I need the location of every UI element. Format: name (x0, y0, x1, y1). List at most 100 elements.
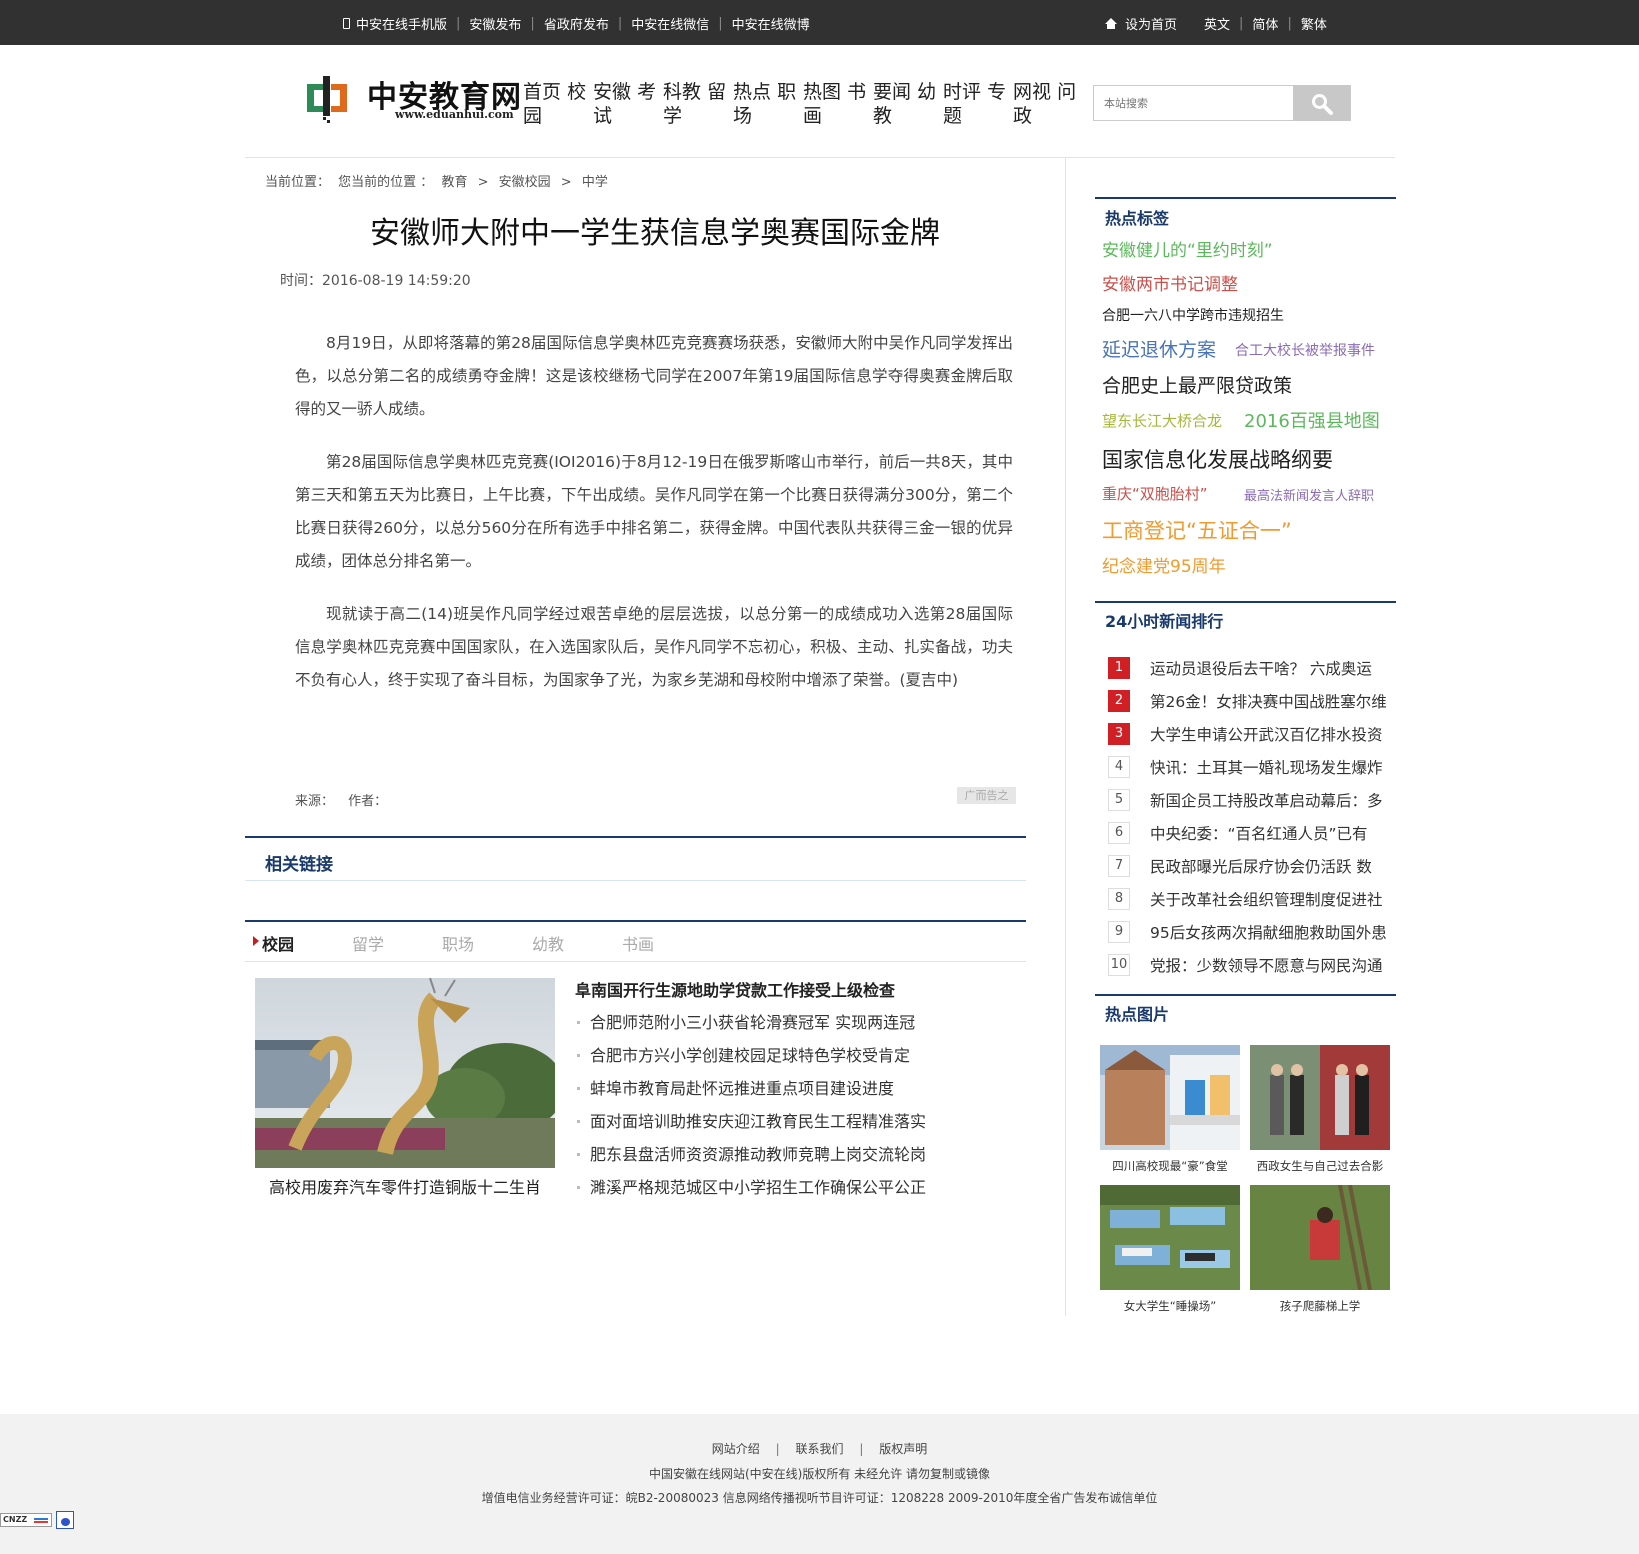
ranking-row[interactable]: 2 第26金！女排决赛中国战胜塞尔维 (1108, 684, 1395, 717)
picture-caption[interactable]: 四川高校现最“豪”食堂 (1095, 1158, 1245, 1174)
hot-picture[interactable] (1100, 1045, 1240, 1150)
ranking-row[interactable]: 9 95后女孩两次捐献细胞救助国外患 (1108, 915, 1395, 948)
hot-tag[interactable]: 延迟退休方案 (1102, 335, 1216, 362)
feature-image[interactable] (255, 978, 555, 1168)
hot-tag[interactable]: 工商登记“五证合一” (1102, 515, 1292, 545)
hot-tag[interactable]: 望东长江大桥合龙 (1102, 410, 1222, 431)
rank-title[interactable]: 95后女孩两次捐献细胞救助国外患 (1150, 921, 1395, 943)
rank-title[interactable]: 第26金！女排决赛中国战胜塞尔维 (1150, 690, 1395, 712)
list-item[interactable]: 濉溪严格规范城区中小学招生工作确保公平公正 (575, 1176, 926, 1209)
nav-item-science[interactable]: 科教 (663, 81, 701, 103)
list-item[interactable]: 合肥师范附小三小获省轮滑赛冠军 实现两连冠 (575, 1011, 926, 1044)
footer-link-copyright[interactable]: 版权声明 (879, 1442, 927, 1456)
search-button[interactable] (1293, 85, 1350, 121)
breadcrumb-separator: > (560, 175, 572, 190)
nav-item-commentary[interactable]: 时评 (943, 81, 981, 103)
list-item[interactable]: 蚌埠市教育局赴怀远推进重点项目建设进度 (575, 1077, 926, 1110)
divider: | (1239, 16, 1244, 31)
breadcrumb-item-campus[interactable]: 安徽校园 (499, 175, 551, 190)
footer-link-about[interactable]: 网站介绍 (712, 1442, 760, 1456)
top-link-gov-release[interactable]: 省政府发布 (544, 14, 609, 33)
header-divider (245, 157, 1395, 158)
hot-tag[interactable]: 合肥一六八中学跨市违规招生 (1102, 305, 1284, 325)
hot-tag[interactable]: 国家信息化发展战略纲要 (1102, 444, 1333, 474)
tab-campus[interactable]: 校园 (249, 931, 352, 955)
list-item[interactable]: 面对面培训助推安庆迎江教育民生工程精准落实 (575, 1110, 926, 1143)
nav-item-home[interactable]: 首页 (523, 81, 561, 103)
nav-column: 时评 专题 (943, 80, 1013, 128)
hot-tag[interactable]: 2016百强县地图 (1244, 407, 1380, 433)
rank-title[interactable]: 党报：少数领导不愿意与网民沟通 (1150, 954, 1395, 976)
pictures-title: 热点图片 (1105, 1005, 1170, 1024)
english-link[interactable]: 英文 (1204, 14, 1230, 33)
picture-caption[interactable]: 孩子爬藤梯上学 (1245, 1298, 1395, 1314)
site-logo[interactable]: 中安教育网 www.eduanhui.com (305, 70, 521, 128)
divider: | (718, 16, 723, 31)
traditional-link[interactable]: 繁体 (1301, 14, 1327, 33)
footer-link-contact[interactable]: 联系我们 (795, 1442, 843, 1456)
simplified-link[interactable]: 简体 (1252, 14, 1278, 33)
set-homepage-link[interactable]: 设为首页 (1125, 14, 1177, 33)
tab-painting[interactable]: 书画 (622, 931, 712, 955)
ranking-row[interactable]: 7 民政部曝光后尿疗协会仍活跃 数 (1108, 849, 1395, 882)
top-link-wechat[interactable]: 中安在线微信 (631, 14, 709, 33)
list-item[interactable]: 合肥市方兴小学创建校园足球特色学校受肯定 (575, 1044, 926, 1077)
nav-item-hot-pics[interactable]: 热图 (803, 81, 841, 103)
nav-column: 要闻 幼教 (873, 80, 943, 128)
breadcrumb-item-middle-school[interactable]: 中学 (582, 175, 608, 190)
tab-study-abroad[interactable]: 留学 (352, 931, 442, 955)
tab-preschool[interactable]: 幼教 (532, 931, 622, 955)
article-title: 安徽师大附中一学生获信息学奥赛国际金牌 (370, 216, 940, 251)
hot-picture[interactable] (1250, 1045, 1390, 1150)
ranking-row[interactable]: 6 中央纪委：“百名红通人员”已有 (1108, 816, 1395, 849)
hot-tag[interactable]: 安徽健儿的“里约时刻” (1102, 236, 1273, 261)
top-link-weibo[interactable]: 中安在线微博 (732, 14, 810, 33)
nav-item-anhui[interactable]: 安徽 (593, 81, 631, 103)
rank-title[interactable]: 大学生申请公开武汉百亿排水投资 (1150, 723, 1395, 745)
rank-number: 10 (1108, 953, 1130, 976)
ranking-row[interactable]: 1 运动员退役后去干啥？ 六成奥运 (1108, 651, 1395, 684)
rank-title[interactable]: 关于改革社会组织管理制度促进社 (1150, 888, 1395, 910)
rank-title[interactable]: 运动员退役后去干啥？ 六成奥运 (1150, 657, 1395, 679)
hot-tag[interactable]: 合肥史上最严限贷政策 (1102, 371, 1292, 398)
nav-item-video[interactable]: 网视 (1013, 81, 1051, 103)
rank-title[interactable]: 新国企员工持股改革启动幕后：多 (1150, 789, 1395, 811)
ranking-row[interactable]: 10 党报：少数领导不愿意与网民沟通 (1108, 948, 1395, 981)
picture-caption[interactable]: 西政女生与自己过去合影 (1245, 1158, 1395, 1174)
ranking-row[interactable]: 5 新国企员工持股改革启动幕后：多 (1108, 783, 1395, 816)
hot-picture[interactable] (1250, 1185, 1390, 1290)
ad-tag[interactable]: 广而告之 (957, 787, 1016, 804)
cnzz-badge[interactable]: CNZZ (0, 1513, 52, 1527)
tab-career[interactable]: 职场 (442, 931, 532, 955)
breadcrumb-item-education[interactable]: 教育 (441, 175, 467, 190)
feature-headline[interactable]: 阜南国开行生源地助学贷款工作接受上级检查 (575, 977, 926, 1001)
nav-item-news[interactable]: 要闻 (873, 81, 911, 103)
hot-tag[interactable]: 最高法新闻发言人辞职 (1244, 485, 1374, 504)
home-icon (1105, 17, 1117, 29)
top-link-mobile[interactable]: 中安在线手机版 (356, 14, 447, 33)
ranking-row[interactable]: 8 关于改革社会组织管理制度促进社 (1108, 882, 1395, 915)
rank-title[interactable]: 快讯：土耳其一婚礼现场发生爆炸 (1150, 756, 1395, 778)
footer-copyright: 中国安徽在线网站(中安在线)版权所有 未经允许 请勿复制或镜像 (649, 1467, 990, 1481)
top-links-right: 设为首页 英文 | 简体 | 繁体 (1105, 14, 1327, 33)
article-meta: 来源： 作者： (295, 790, 397, 809)
search-input[interactable] (1094, 86, 1294, 120)
column-divider (1065, 158, 1066, 1316)
nav-item-hot[interactable]: 热点 (733, 81, 771, 103)
rank-title[interactable]: 中央纪委：“百名红通人员”已有 (1150, 822, 1395, 844)
top-link-anhui-release[interactable]: 安徽发布 (469, 14, 521, 33)
hot-tag[interactable]: 合工大校长被举报事件 (1235, 340, 1375, 360)
ranking-row[interactable]: 4 快讯：土耳其一婚礼现场发生爆炸 (1108, 750, 1395, 783)
rank-number: 8 (1108, 887, 1130, 910)
picture-caption[interactable]: 女大学生“睡操场” (1095, 1298, 1245, 1314)
baidu-paw-icon[interactable] (56, 1511, 74, 1529)
list-item[interactable]: 肥东县盘活师资资源推动教师竞聘上岗交流轮岗 (575, 1143, 926, 1176)
ranking-row[interactable]: 3 大学生申请公开武汉百亿排水投资 (1108, 717, 1395, 750)
feature-caption[interactable]: 高校用废弃汽车零件打造铜版十二生肖 (255, 1174, 555, 1198)
hot-tag[interactable]: 重庆“双胞胎村” (1102, 483, 1208, 504)
article-body: 8月19日，从即将落幕的第28届国际信息学奥林匹克竞赛赛场获悉，安徽师大附中吴作… (295, 327, 1013, 717)
rank-title[interactable]: 民政部曝光后尿疗协会仍活跃 数 (1150, 855, 1395, 877)
hot-tag[interactable]: 纪念建党95周年 (1102, 552, 1226, 577)
hot-picture[interactable] (1100, 1185, 1240, 1290)
hot-tag[interactable]: 安徽两市书记调整 (1102, 270, 1238, 295)
